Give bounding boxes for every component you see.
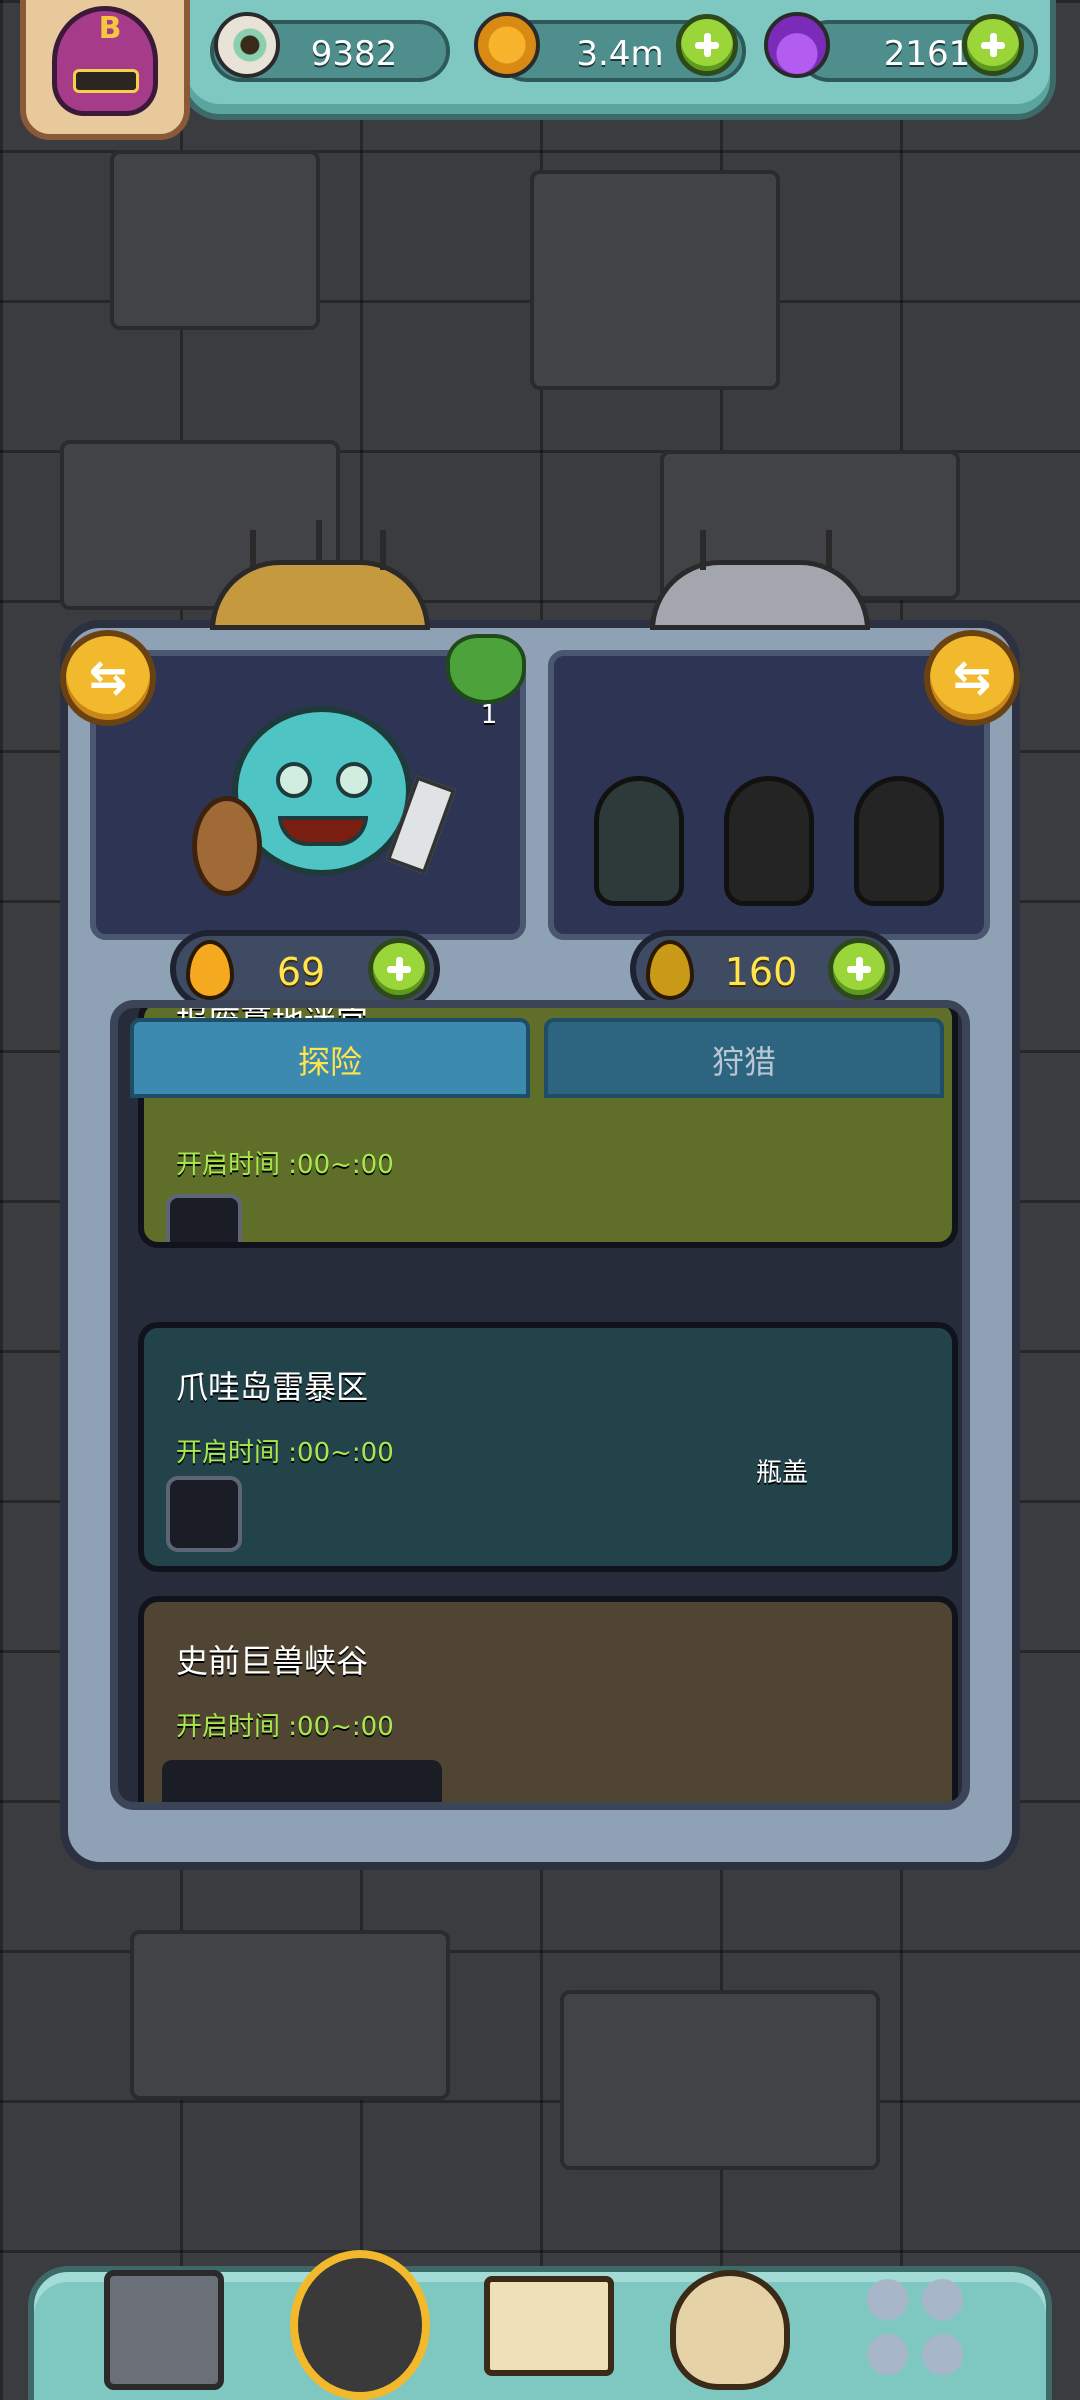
book-icon[interactable] bbox=[484, 2276, 614, 2376]
resource-bar: 9382 3.4m 2161 bbox=[180, 0, 1056, 120]
stage-list[interactable]: 报废墓地迷宫 开启时间 :00~:00 爪哇岛雷暴区 开启时间 :00~:00 … bbox=[110, 1000, 970, 1810]
eyeball-icon bbox=[214, 12, 280, 78]
stage-time: 开启时间 :00~:00 bbox=[176, 1712, 394, 1742]
hero-eye bbox=[276, 762, 312, 798]
team-window[interactable] bbox=[548, 650, 990, 940]
shop-building-icon[interactable] bbox=[104, 2270, 224, 2390]
swap-left-button[interactable]: ⇆ bbox=[60, 630, 156, 726]
rank-letter: B bbox=[98, 11, 122, 46]
tab-explore[interactable]: 探险 bbox=[130, 1018, 530, 1098]
grid-menu-icon[interactable] bbox=[860, 2272, 970, 2382]
oil-drop-icon bbox=[646, 940, 694, 1000]
wall-plate bbox=[530, 170, 780, 390]
stage-card[interactable]: 史前巨兽峡谷 开启时间 :00~:00 bbox=[138, 1596, 958, 1802]
stage-card[interactable]: 爪哇岛雷暴区 开启时间 :00~:00 瓶盖 bbox=[138, 1322, 958, 1572]
add-right-drop-button[interactable] bbox=[828, 938, 890, 1000]
reward-bag-row bbox=[162, 1760, 442, 1802]
right-drop-value: 160 bbox=[724, 950, 798, 994]
tab-hunt[interactable]: 狩猎 bbox=[544, 1018, 944, 1098]
swap-right-button[interactable]: ⇆ bbox=[924, 630, 1020, 726]
team-member bbox=[724, 776, 814, 906]
antenna bbox=[380, 530, 386, 570]
team-member bbox=[854, 776, 944, 906]
clover-icon bbox=[446, 634, 526, 704]
avatar-mouth bbox=[73, 69, 139, 93]
antenna bbox=[826, 530, 832, 570]
stage-time: 开启时间 :00~:00 bbox=[176, 1438, 394, 1468]
stage-drop-label: 瓶盖 bbox=[756, 1458, 809, 1488]
stage-time: 开启时间 :00~:00 bbox=[176, 1150, 394, 1180]
team-member bbox=[594, 776, 684, 906]
hero-mouth bbox=[278, 816, 368, 846]
coin-value: 3.4m bbox=[576, 34, 664, 74]
eyeball-value: 9382 bbox=[310, 34, 398, 74]
wall-plate bbox=[110, 150, 320, 330]
coin-icon bbox=[474, 12, 540, 78]
silver-dome-icon bbox=[650, 560, 870, 630]
add-potion-button[interactable] bbox=[962, 14, 1024, 76]
wall-plate bbox=[130, 1930, 450, 2100]
stage-title: 爪哇岛雷暴区 bbox=[176, 1368, 369, 1406]
gold-dome-icon bbox=[210, 560, 430, 630]
player-avatar-button[interactable]: B bbox=[20, 0, 190, 140]
left-drop-value: 69 bbox=[276, 950, 326, 994]
reward-item-icon bbox=[166, 1194, 242, 1242]
hero-icon[interactable] bbox=[290, 2250, 430, 2400]
clover-count: 1 bbox=[480, 700, 498, 730]
antenna bbox=[700, 530, 706, 570]
loot-bag-icon[interactable] bbox=[670, 2270, 790, 2390]
potion-icon bbox=[764, 12, 830, 78]
stage-title: 史前巨兽峡谷 bbox=[176, 1642, 369, 1680]
add-coin-button[interactable] bbox=[676, 14, 738, 76]
oil-drop-icon bbox=[186, 940, 234, 1000]
hero-eye bbox=[336, 762, 372, 798]
add-left-drop-button[interactable] bbox=[368, 938, 430, 1000]
antenna bbox=[250, 530, 256, 570]
shield-icon bbox=[192, 796, 262, 896]
antenna bbox=[316, 520, 322, 560]
wall-plate bbox=[560, 1990, 880, 2170]
bottle-cap-icon bbox=[166, 1476, 242, 1552]
avatar-icon: B bbox=[52, 6, 158, 116]
